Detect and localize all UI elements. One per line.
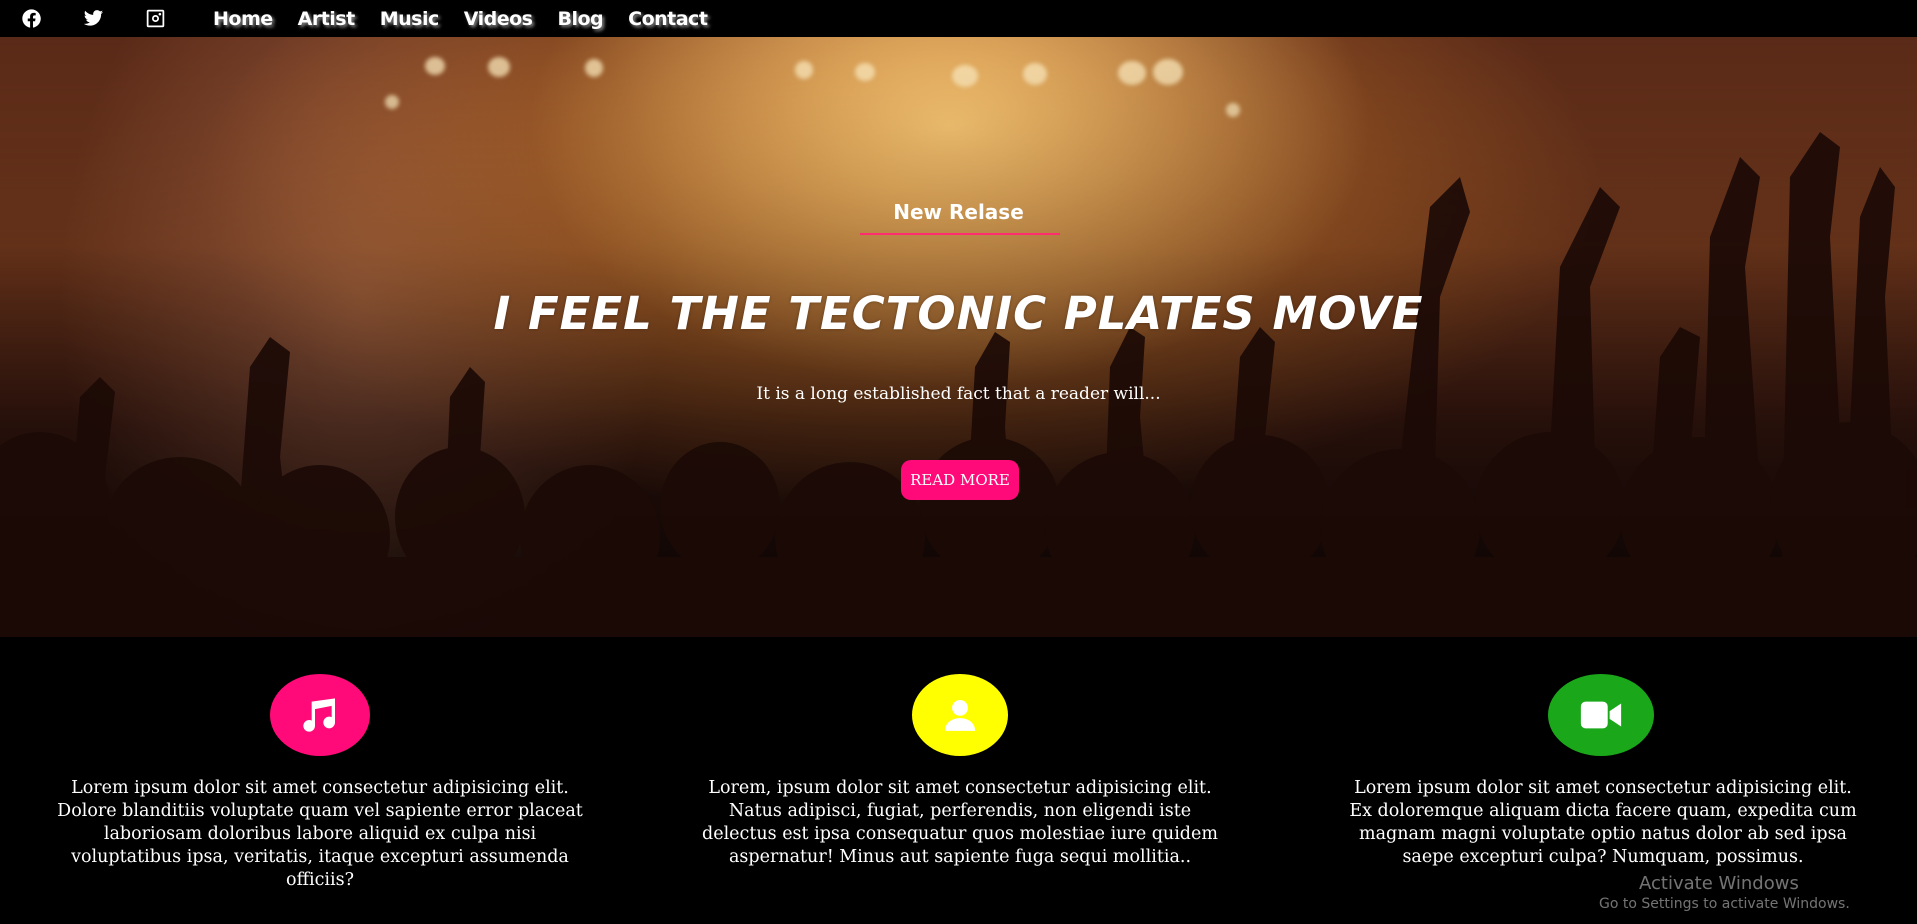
feature-music-text: Lorem ipsum dolor sit amet consectetur a… (57, 778, 583, 890)
user-icon (912, 674, 1008, 756)
hero-eyebrow: New Relase (893, 200, 1024, 224)
music-note-icon (270, 674, 370, 756)
hero-content: New Relase I FEEL THE TECTONIC PLATES MO… (0, 37, 1917, 637)
hero-title: I FEEL THE TECTONIC PLATES MOVE (493, 287, 1424, 340)
twitter-icon[interactable] (82, 8, 104, 30)
nav-artist[interactable]: Artist (298, 8, 356, 30)
video-camera-icon (1548, 674, 1654, 756)
instagram-icon[interactable] (144, 8, 166, 30)
nav-contact[interactable]: Contact (628, 8, 708, 30)
read-more-button[interactable]: READ MORE (901, 460, 1019, 500)
top-navbar: Home Artist Music Videos Blog Contact (0, 0, 1917, 37)
nav-home[interactable]: Home (213, 8, 273, 30)
social-links (20, 8, 206, 30)
hero-banner: New Relase I FEEL THE TECTONIC PLATES MO… (0, 37, 1917, 637)
nav-music[interactable]: Music (380, 8, 440, 30)
main-nav: Home Artist Music Videos Blog Contact (213, 8, 732, 30)
feature-video-text: Lorem ipsum dolor sit amet consectetur a… (1349, 778, 1857, 867)
feature-artist-text: Lorem, ipsum dolor sit amet consectetur … (702, 778, 1218, 867)
nav-blog[interactable]: Blog (557, 8, 603, 30)
hero-divider (860, 233, 1060, 235)
windows-activation-watermark: Activate Windows Go to Settings to activ… (1599, 874, 1850, 914)
facebook-icon[interactable] (20, 8, 42, 30)
nav-videos[interactable]: Videos (464, 8, 533, 30)
hero-subtitle: It is a long established fact that a rea… (756, 384, 1161, 404)
watermark-title: Activate Windows (1639, 873, 1799, 894)
watermark-subtitle: Go to Settings to activate Windows. (1599, 896, 1850, 912)
